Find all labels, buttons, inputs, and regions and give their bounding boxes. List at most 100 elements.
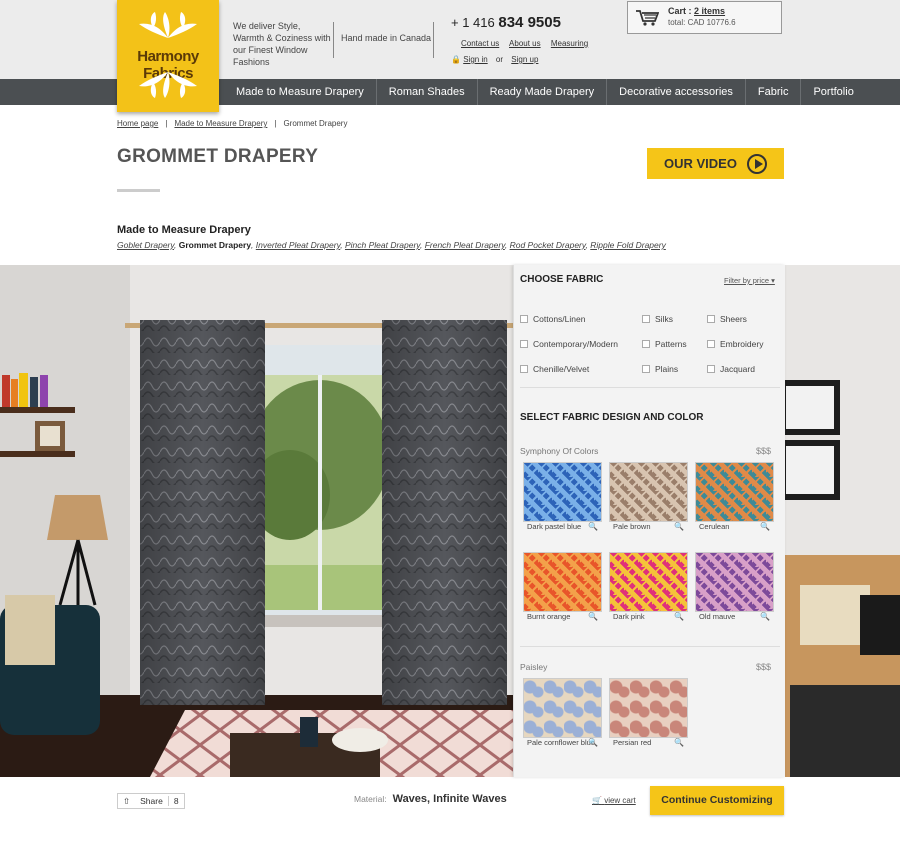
checkbox-cottons-linen[interactable]: Cottons/Linen bbox=[520, 314, 585, 324]
breadcrumb: Home page | Made to Measure Drapery | Gromme… bbox=[117, 119, 348, 128]
swatch-pale-brown[interactable] bbox=[609, 462, 688, 522]
subnav-rod-pocket[interactable]: Rod Pocket Drapery bbox=[510, 240, 586, 250]
price-level: $$$ bbox=[756, 446, 772, 456]
logo[interactable]: Harmony Fabrics bbox=[117, 0, 219, 112]
share-button[interactable]: ⇧ Share 8 bbox=[117, 793, 185, 809]
zoom-icon[interactable]: 🔍 bbox=[588, 612, 598, 621]
checkbox-icon bbox=[642, 340, 650, 348]
checkbox-silks[interactable]: Silks bbox=[642, 314, 673, 324]
title-underline bbox=[117, 189, 160, 192]
nav-decorative-accessories[interactable]: Decorative accessories bbox=[607, 79, 746, 105]
breadcrumb-home[interactable]: Home page bbox=[117, 119, 158, 128]
choose-fabric-heading: CHOOSE FABRIC bbox=[520, 274, 604, 285]
sign-up-link[interactable]: Sign up bbox=[511, 55, 538, 64]
swatch-dark-pastel-blue[interactable] bbox=[523, 462, 602, 522]
divider bbox=[520, 387, 780, 388]
fabric-panel: CHOOSE FABRIC Filter by price ▾ Cottons/… bbox=[513, 265, 785, 777]
breadcrumb-current: Grommet Drapery bbox=[283, 119, 348, 128]
checkbox-icon bbox=[642, 365, 650, 373]
zoom-icon[interactable]: 🔍 bbox=[674, 738, 684, 747]
handmade-note: Hand made in Canada bbox=[341, 33, 432, 43]
header-links: Contact us About us Measuring bbox=[461, 39, 596, 48]
page-title: GROMMET DRAPERY bbox=[117, 146, 319, 167]
cart-icon bbox=[636, 10, 659, 26]
group-name: Symphony Of Colors bbox=[520, 446, 599, 456]
zoom-icon[interactable]: 🔍 bbox=[674, 522, 684, 531]
divider bbox=[333, 22, 334, 58]
checkbox-icon bbox=[520, 365, 528, 373]
play-icon bbox=[746, 153, 767, 174]
checkbox-sheers[interactable]: Sheers bbox=[707, 314, 747, 324]
zoom-icon[interactable]: 🔍 bbox=[760, 612, 770, 621]
swatch-label: Dark pastel blue bbox=[527, 522, 582, 531]
group-name: Paisley bbox=[520, 662, 548, 672]
subnav-inverted-pleat[interactable]: Inverted Pleat Drapery bbox=[256, 240, 340, 250]
checkbox-plains[interactable]: Plains bbox=[642, 364, 678, 374]
swatch-label: Pale cornflower blue bbox=[527, 738, 595, 747]
material-info: Material: Waves, Infinite Waves bbox=[354, 793, 507, 805]
phone-number: + 1 416 834 9505 bbox=[451, 14, 561, 31]
continue-customizing-button[interactable]: Continue Customizing bbox=[650, 786, 784, 815]
checkbox-icon bbox=[707, 365, 715, 373]
view-cart-link[interactable]: 🛒 view cart bbox=[592, 796, 636, 805]
checkbox-patterns[interactable]: Patterns bbox=[642, 339, 687, 349]
cart-total: total: CAD 10776.6 bbox=[668, 18, 736, 27]
leaf-ornament-icon bbox=[139, 72, 197, 98]
our-video-button[interactable]: OUR VIDEO bbox=[647, 148, 784, 179]
divider bbox=[520, 646, 780, 647]
subnav-french-pleat[interactable]: French Pleat Drapery bbox=[425, 240, 505, 250]
nav-fabric[interactable]: Fabric bbox=[746, 79, 802, 105]
tagline: We deliver Style, Warmth & Coziness with… bbox=[233, 21, 331, 67]
subnav-goblet[interactable]: Goblet Drapery bbox=[117, 240, 174, 250]
swatch-pale-cornflower-blue[interactable] bbox=[523, 678, 602, 738]
contact-us-link[interactable]: Contact us bbox=[461, 39, 499, 48]
subnav-grommet: Grommet Drapery bbox=[178, 240, 252, 250]
price-level: $$$ bbox=[756, 662, 772, 672]
swatch-label: Pale brown bbox=[613, 522, 651, 531]
main-nav: Made to Measure Drapery Roman Shades Rea… bbox=[224, 79, 866, 105]
share-icon: ⇧ bbox=[123, 795, 131, 806]
cart-icon: 🛒 bbox=[592, 796, 602, 805]
about-us-link[interactable]: About us bbox=[509, 39, 541, 48]
measuring-link[interactable]: Measuring bbox=[551, 39, 588, 48]
checkbox-icon bbox=[642, 315, 650, 323]
filter-by-price-link[interactable]: Filter by price ▾ bbox=[724, 276, 775, 285]
zoom-icon[interactable]: 🔍 bbox=[588, 522, 598, 531]
swatch-persian-red[interactable] bbox=[609, 678, 688, 738]
subnav-ripple-fold[interactable]: Ripple Fold Drapery bbox=[590, 240, 666, 250]
checkbox-contemporary-modern[interactable]: Contemporary/Modern bbox=[520, 339, 618, 349]
cart-widget[interactable]: Cart : 2 items total: CAD 10776.6 bbox=[627, 1, 782, 34]
zoom-icon[interactable]: 🔍 bbox=[674, 612, 684, 621]
cart-items-link[interactable]: 2 items bbox=[694, 6, 725, 16]
swatch-label: Persian red bbox=[613, 738, 652, 747]
swatch-label: Old mauve bbox=[699, 612, 736, 621]
zoom-icon[interactable]: 🔍 bbox=[760, 522, 770, 531]
checkbox-icon bbox=[707, 340, 715, 348]
swatch-label: Burnt orange bbox=[527, 612, 571, 621]
sign-in-link[interactable]: Sign in bbox=[463, 55, 487, 64]
swatch-label: Cerulean bbox=[699, 522, 730, 531]
swatch-dark-pink[interactable] bbox=[609, 552, 688, 612]
checkbox-embroidery[interactable]: Embroidery bbox=[707, 339, 763, 349]
checkbox-jacquard[interactable]: Jacquard bbox=[707, 364, 755, 374]
swatch-cerulean[interactable] bbox=[695, 462, 774, 522]
zoom-icon[interactable]: 🔍 bbox=[588, 738, 598, 747]
checkbox-chenille-velvet[interactable]: Chenille/Velvet bbox=[520, 364, 589, 374]
nav-made-to-measure[interactable]: Made to Measure Drapery bbox=[224, 79, 377, 105]
subnav-pinch-pleat[interactable]: Pinch Pleat Drapery bbox=[345, 240, 420, 250]
leaf-ornament-icon bbox=[139, 12, 197, 38]
nav-roman-shades[interactable]: Roman Shades bbox=[377, 79, 478, 105]
subnav-heading: Made to Measure Drapery bbox=[117, 224, 251, 236]
swatch-old-mauve[interactable] bbox=[695, 552, 774, 612]
swatch-burnt-orange[interactable] bbox=[523, 552, 602, 612]
subnav-links: Goblet Drapery, Grommet Drapery, Inverte… bbox=[117, 240, 666, 250]
checkbox-icon bbox=[520, 315, 528, 323]
nav-portfolio[interactable]: Portfolio bbox=[801, 79, 865, 105]
swatch-label: Dark pink bbox=[613, 612, 645, 621]
lock-icon: 🔒 bbox=[451, 55, 461, 64]
select-design-heading: SELECT FABRIC DESIGN AND COLOR bbox=[520, 412, 704, 423]
nav-ready-made[interactable]: Ready Made Drapery bbox=[478, 79, 608, 105]
checkbox-icon bbox=[520, 340, 528, 348]
divider bbox=[433, 22, 434, 58]
breadcrumb-made-to-measure[interactable]: Made to Measure Drapery bbox=[174, 119, 267, 128]
